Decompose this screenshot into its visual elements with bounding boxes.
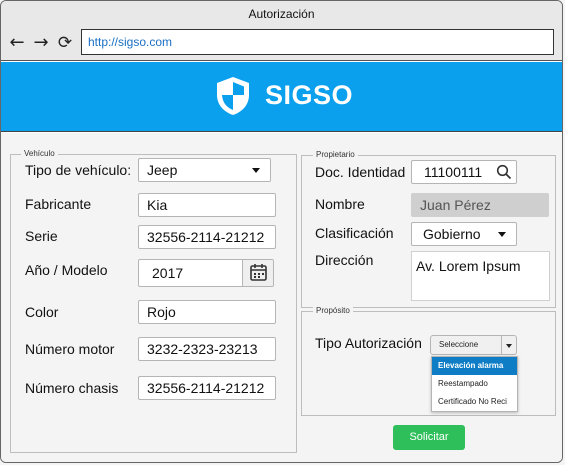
browser-window: Autorización ← → ⟳ http://sigso.com SIGS… <box>0 0 563 463</box>
manufacturer-label: Fabricante <box>25 196 92 212</box>
motor-number-field[interactable]: 3232-2323-23213 <box>138 337 276 361</box>
chevron-down-icon <box>498 232 506 237</box>
classification-select[interactable]: Gobierno <box>411 222 517 246</box>
classification-value: Gobierno <box>423 226 481 242</box>
classification-label: Clasificación <box>315 225 394 241</box>
submit-button[interactable]: Solicitar <box>393 425 465 450</box>
calendar-icon <box>250 264 267 281</box>
dropdown-option[interactable]: Elevación alarma <box>432 357 517 375</box>
dropdown-option[interactable]: Reestampado <box>432 375 517 393</box>
purpose-legend: Propósito <box>313 306 353 315</box>
app-header: SIGSO <box>1 62 562 132</box>
chevron-down-icon <box>506 344 512 348</box>
shield-icon <box>217 77 249 115</box>
authorization-type-dropdown: Elevación alarma Reestampado Certificado… <box>431 356 518 412</box>
id-document-value: 11100111 <box>424 164 483 180</box>
select-separator <box>501 336 502 354</box>
chassis-number-field[interactable]: 32556-2114-21212 <box>138 376 276 400</box>
search-icon[interactable] <box>496 164 512 180</box>
id-document-label: Doc. Identidad <box>315 164 406 180</box>
color-label: Color <box>25 304 59 320</box>
year-model-value: 2017 <box>152 265 184 281</box>
chassis-number-label: Número chasis <box>25 380 119 396</box>
address-label: Dirección <box>315 252 374 268</box>
serial-label: Serie <box>25 228 58 244</box>
owner-name-label: Nombre <box>315 196 365 212</box>
authorization-type-placeholder: Seleccione <box>439 340 479 349</box>
color-field[interactable]: Rojo <box>138 300 276 324</box>
id-document-field[interactable]: 11100111 <box>411 160 517 184</box>
calendar-button[interactable] <box>242 260 273 286</box>
chevron-down-icon <box>252 168 260 173</box>
app-brand: SIGSO <box>265 80 354 110</box>
year-model-label: Año / Modelo <box>25 262 108 278</box>
forward-arrow-icon[interactable]: → <box>31 33 51 53</box>
address-textarea[interactable]: Av. Lorem Ipsum <box>411 251 550 301</box>
window-title: Autorización <box>1 1 562 27</box>
motor-number-label: Número motor <box>25 341 115 357</box>
owner-name-field: Juan Pérez <box>411 193 549 217</box>
year-model-datepicker[interactable]: 2017 <box>138 259 274 287</box>
serial-field[interactable]: 32556-2114-21212 <box>138 225 276 249</box>
browser-toolbar: ← → ⟳ http://sigso.com <box>1 27 562 61</box>
owner-legend: Propietario <box>313 150 358 159</box>
vehicle-type-select[interactable]: Jeep <box>138 158 271 182</box>
vehicle-type-value: Jeep <box>147 162 178 178</box>
form-area: Vehículo Tipo de vehículo: Jeep Fabrican… <box>1 133 562 462</box>
back-arrow-icon[interactable]: ← <box>7 33 27 53</box>
manufacturer-field[interactable]: Kia <box>138 193 276 217</box>
address-bar[interactable]: http://sigso.com <box>81 29 554 55</box>
dropdown-option[interactable]: Certificado No Reci <box>432 393 517 411</box>
vehicle-type-label: Tipo de vehículo: <box>25 162 132 178</box>
vehicle-legend: Vehículo <box>21 149 58 158</box>
authorization-type-label: Tipo Autorización <box>315 335 422 351</box>
reload-icon[interactable]: ⟳ <box>55 33 75 53</box>
authorization-type-select[interactable]: Seleccione <box>430 335 517 355</box>
